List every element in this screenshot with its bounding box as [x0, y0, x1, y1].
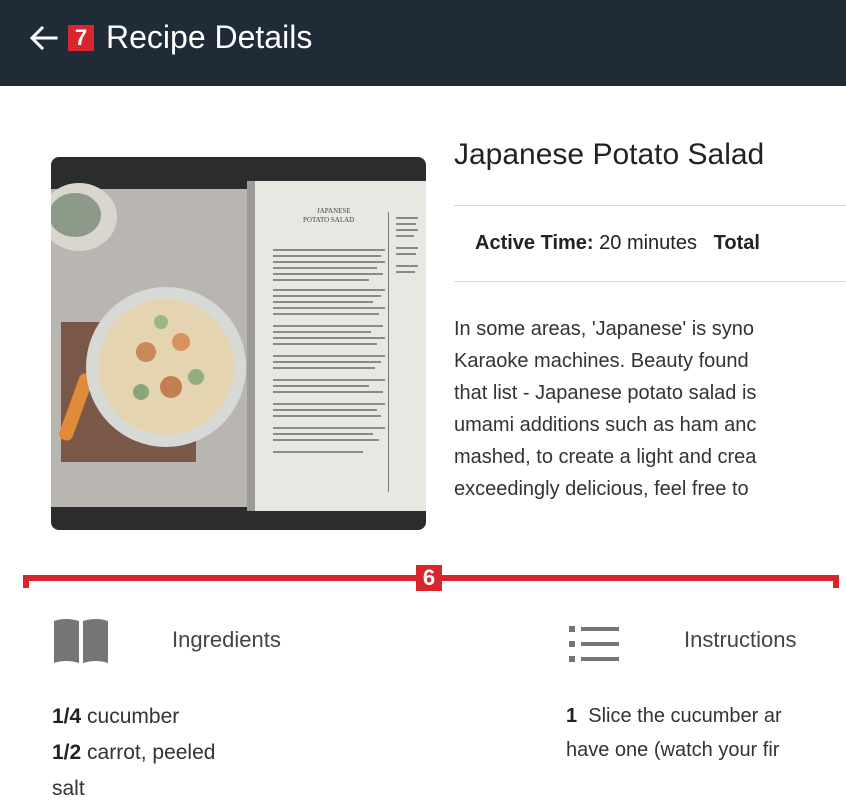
description-line: In some areas, 'Japanese' is syno — [454, 318, 755, 340]
arrow-left-icon — [29, 25, 58, 51]
total-time-label: Total — [713, 232, 760, 254]
annotation-badge: 6 — [416, 565, 442, 591]
step-number: 1 — [566, 705, 578, 727]
recipe-description: In some areas, 'Japanese' is syno Karaok… — [454, 313, 846, 505]
ingredients-list: 1/4 cucumber 1/2 carrot, peeled salt — [52, 699, 452, 800]
step-text: Slice the cucumber ar — [588, 705, 782, 727]
instruction-step: have one (watch your fir — [566, 733, 846, 767]
active-time-value: 20 minutes — [599, 232, 697, 254]
active-time-label: Active Time: — [475, 232, 594, 254]
ingredient-name: carrot, peeled — [87, 741, 216, 764]
step-text: have one (watch your fir — [566, 739, 780, 761]
ingredient-quantity: 1/4 — [52, 705, 82, 728]
divider — [454, 205, 846, 206]
instructions-list: 1 Slice the cucumber ar have one (watch … — [566, 699, 846, 767]
list-item: 1/2 carrot, peeled — [52, 735, 452, 771]
book-heading-2: POTATO SALAD — [303, 216, 354, 224]
page-title: Recipe Details — [106, 19, 313, 55]
ingredient-name: cucumber — [87, 705, 180, 728]
ingredients-heading: Ingredients — [172, 627, 281, 652]
description-line: umami additions such as ham anc — [454, 414, 757, 436]
book-heading-1: JAPANESE — [317, 207, 351, 215]
recipe-photo: JAPANESE POTATO SALAD — [51, 157, 426, 530]
instructions-heading: Instructions — [684, 627, 797, 652]
annotation-badge: 7 — [68, 25, 94, 51]
description-line: that list - Japanese potato salad is — [454, 382, 757, 404]
ingredient-name: salt — [52, 777, 85, 800]
description-line: mashed, to create a light and crea — [454, 446, 757, 468]
app-header: 7 Recipe Details — [0, 0, 846, 86]
cookbook-photo: JAPANESE POTATO SALAD — [51, 157, 426, 530]
description-line: exceedingly delicious, feel free to — [454, 478, 749, 500]
description-line: Karaoke machines. Beauty found — [454, 350, 749, 372]
list-item: 1/4 cucumber — [52, 699, 452, 735]
ingredient-quantity: 1/2 — [52, 741, 82, 764]
back-button[interactable] — [26, 20, 62, 56]
divider — [454, 281, 846, 282]
recipe-title: Japanese Potato Salad — [454, 138, 765, 171]
time-info: Active Time: 20 minutes Total — [475, 229, 760, 257]
book-icon — [52, 617, 110, 665]
recipe-details-screen: 7 Recipe Details JAPANESE POTATO SALAD J… — [0, 0, 846, 800]
list-icon — [567, 624, 623, 664]
instruction-step: 1 Slice the cucumber ar — [566, 699, 846, 733]
list-item: salt — [52, 771, 452, 800]
